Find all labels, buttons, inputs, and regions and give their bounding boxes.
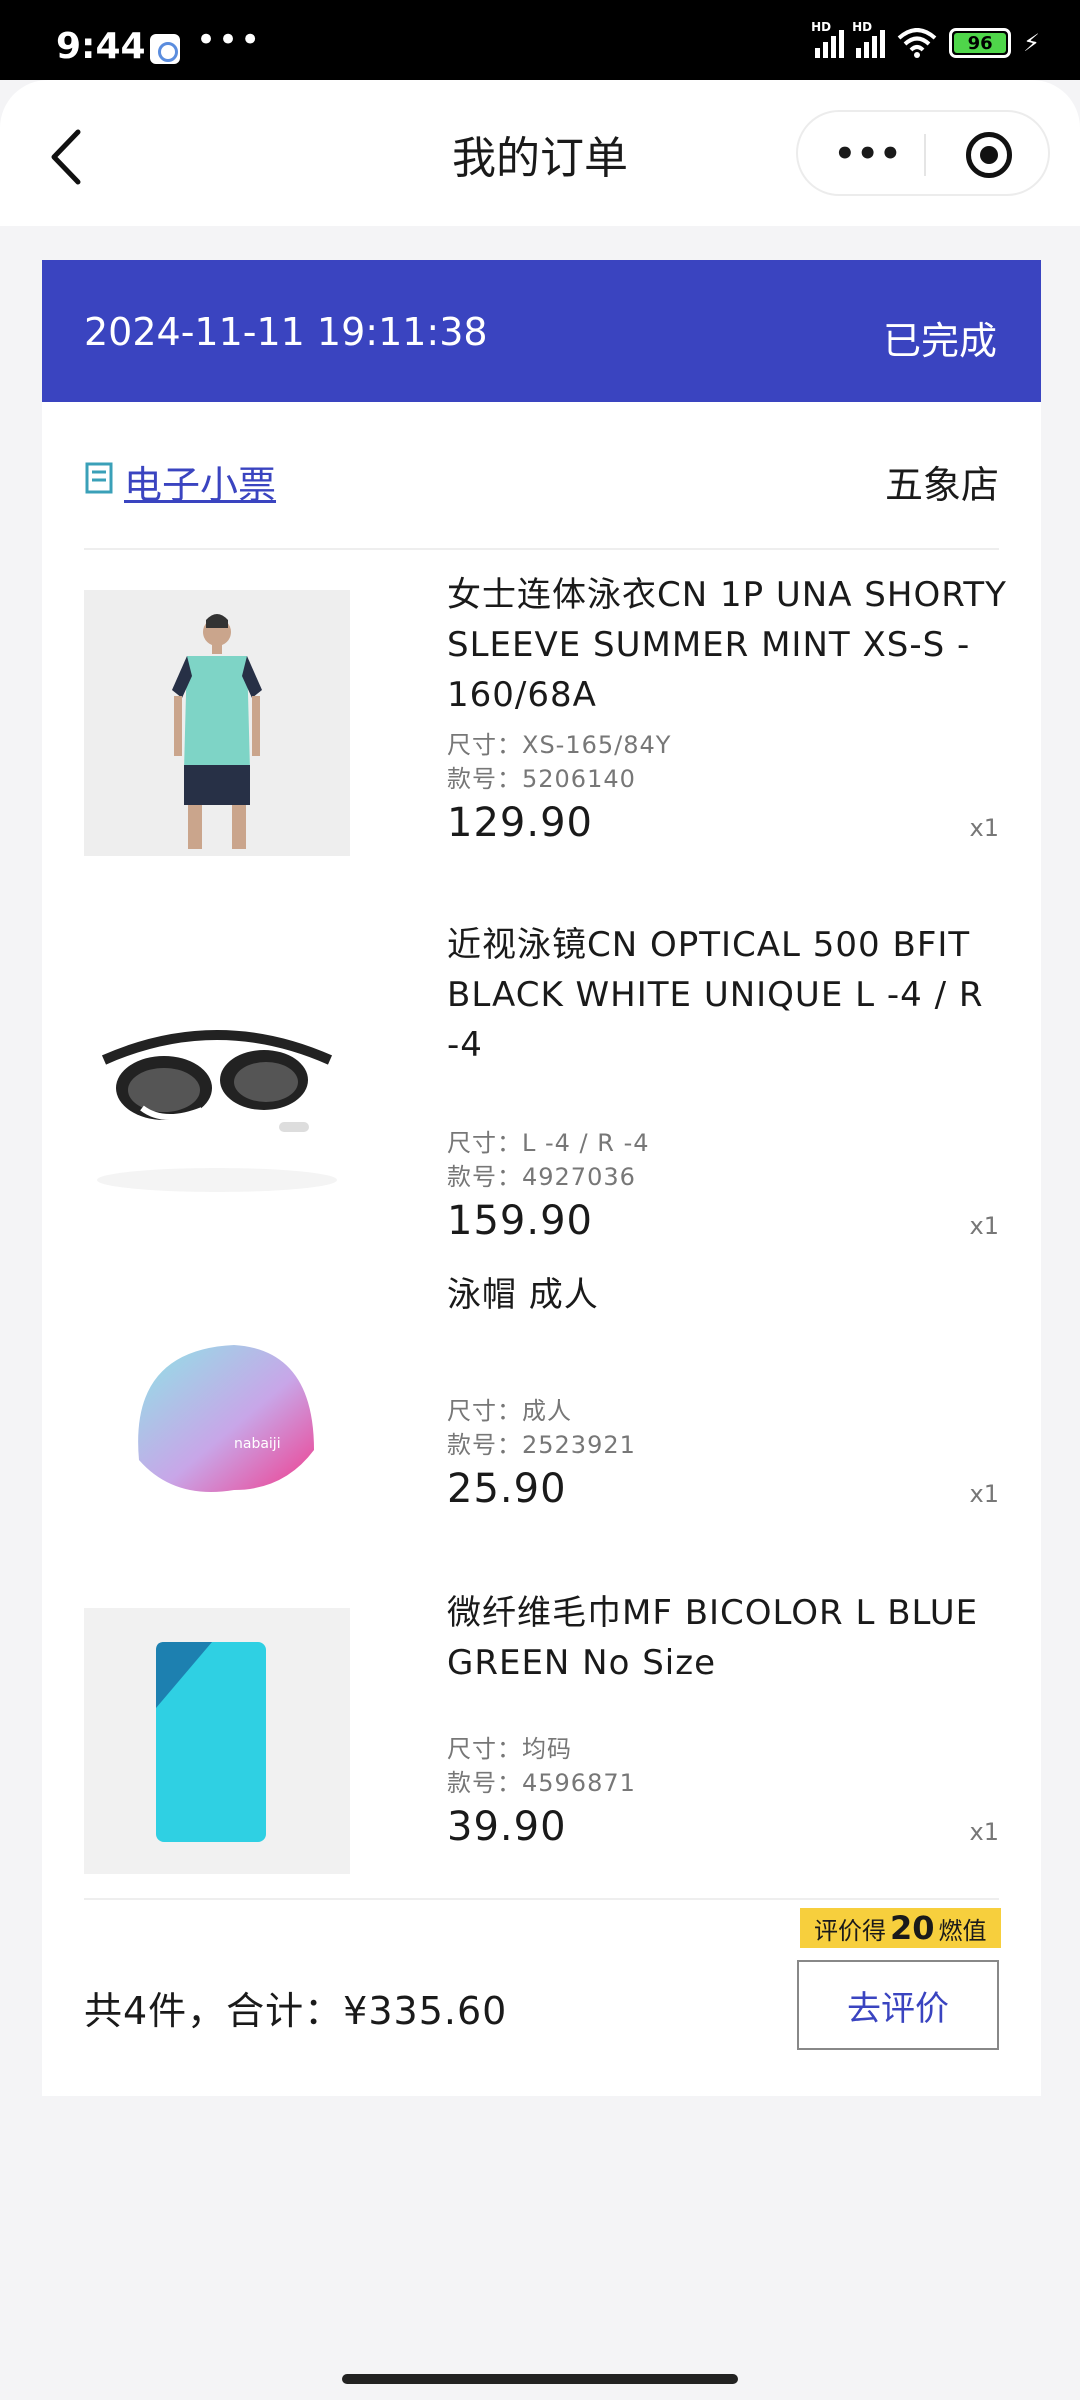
list-item[interactable]: nabaiji 泳帽 成人 尺寸：成人 款号：2523921 25.90 x1 bbox=[84, 1275, 999, 1590]
order-total: 共4件，合计：¥335.60 bbox=[84, 1989, 508, 2033]
list-item[interactable]: 女士连体泳衣CN 1P UNA SHORTY SLEEVE SUMMER MIN… bbox=[84, 575, 1006, 890]
status-indicators: HD HD 96 ⚡ bbox=[811, 20, 1040, 58]
status-overflow-dots: ••• bbox=[196, 20, 263, 60]
capsule-divider bbox=[924, 134, 926, 176]
review-button[interactable]: 去评价 bbox=[797, 1960, 999, 2050]
more-icon[interactable]: ••• bbox=[834, 134, 902, 174]
signal-icon-1: HD bbox=[811, 20, 845, 58]
item-name: 近视泳镜CN OPTICAL 500 BFIT BLACK WHITE UNIQ… bbox=[447, 925, 984, 1065]
item-code: 款号：4596871 bbox=[447, 1769, 636, 1797]
swim-cap-image: nabaiji bbox=[84, 1290, 350, 1556]
status-time: 9:44 bbox=[56, 26, 146, 67]
goggles-image bbox=[84, 940, 350, 1206]
swimsuit-image bbox=[84, 590, 350, 856]
item-qty: x1 bbox=[969, 1480, 999, 1508]
e-receipt-link[interactable]: 电子小票 bbox=[124, 454, 276, 509]
item-name: 女士连体泳衣CN 1P UNA SHORTY SLEEVE SUMMER MIN… bbox=[447, 575, 1007, 715]
item-code: 款号：2523921 bbox=[447, 1431, 636, 1459]
battery-icon: 96 bbox=[949, 28, 1012, 58]
item-size: 尺寸：XS-165/84Y bbox=[447, 731, 672, 759]
wifi-icon bbox=[897, 28, 937, 58]
item-name: 泳帽 成人 bbox=[447, 1275, 599, 1315]
signal-icon-2: HD bbox=[852, 20, 886, 58]
home-indicator[interactable] bbox=[342, 2374, 738, 2384]
list-item[interactable]: 微纤维毛巾MF BICOLOR L BLUE GREEN No Size 尺寸：… bbox=[84, 1593, 999, 1908]
order-status: 已完成 bbox=[882, 319, 997, 363]
store-name: 五象店 bbox=[884, 463, 999, 507]
item-size: 尺寸：均码 bbox=[447, 1735, 572, 1763]
item-qty: x1 bbox=[969, 1818, 999, 1846]
status-bar: 9:44 ••• HD HD 96 ⚡ bbox=[0, 0, 1080, 80]
order-card: 2024-11-11 19:11:38 已完成 电子小票 五象店 女士连体泳衣C… bbox=[42, 260, 1041, 2096]
svg-text:nabaiji: nabaiji bbox=[234, 1436, 281, 1452]
item-code: 款号：5206140 bbox=[447, 765, 636, 793]
receipt-row: 电子小票 五象店 bbox=[84, 450, 999, 550]
item-price: 39.90 bbox=[447, 1804, 567, 1850]
item-size: 尺寸：成人 bbox=[447, 1397, 572, 1425]
charging-icon: ⚡ bbox=[1023, 29, 1040, 57]
mini-program-capsule: ••• bbox=[796, 110, 1050, 196]
item-price: 159.90 bbox=[447, 1198, 593, 1244]
item-name: 微纤维毛巾MF BICOLOR L BLUE GREEN No Size bbox=[447, 1593, 979, 1683]
item-code: 款号：4927036 bbox=[447, 1163, 636, 1191]
order-datetime: 2024-11-11 19:11:38 bbox=[84, 310, 488, 354]
item-size: 尺寸：L -4 / R -4 bbox=[447, 1129, 650, 1157]
nav-header: 我的订单 ••• bbox=[0, 80, 1080, 226]
towel-image bbox=[84, 1608, 350, 1874]
item-qty: x1 bbox=[969, 1212, 999, 1240]
item-price: 25.90 bbox=[447, 1466, 567, 1512]
app-notification-icon bbox=[150, 34, 180, 64]
list-item[interactable]: 近视泳镜CN OPTICAL 500 BFIT BLACK WHITE UNIQ… bbox=[84, 925, 999, 1244]
review-reward-badge: 评价得 20 燃值 bbox=[800, 1908, 1001, 1948]
target-icon[interactable] bbox=[966, 132, 1012, 178]
divider bbox=[84, 1898, 999, 1900]
receipt-icon bbox=[84, 462, 114, 496]
item-qty: x1 bbox=[969, 814, 999, 842]
item-price: 129.90 bbox=[447, 800, 593, 846]
order-header: 2024-11-11 19:11:38 已完成 bbox=[42, 260, 1041, 402]
